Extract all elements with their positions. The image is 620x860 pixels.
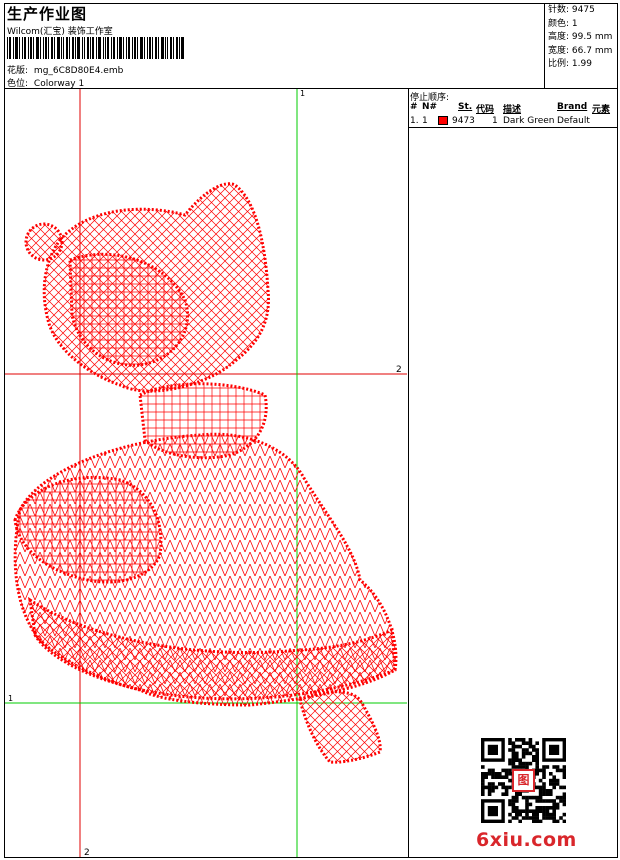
bonnet-button: [24, 222, 64, 262]
qr-code: 图: [481, 738, 567, 824]
guide-label-top: 1: [300, 89, 305, 98]
embroidery-design: [13, 182, 398, 764]
qr-stamp: 图: [512, 769, 535, 792]
guide-label-bottom: 2: [84, 848, 90, 858]
guide-label-left: 1: [8, 694, 13, 703]
shoe: [298, 690, 382, 764]
embroidery-canvas: 1 2 1 2: [5, 89, 407, 858]
guide-label-right: 2: [396, 365, 402, 375]
watermark-site: 6xiu.com: [476, 829, 577, 851]
